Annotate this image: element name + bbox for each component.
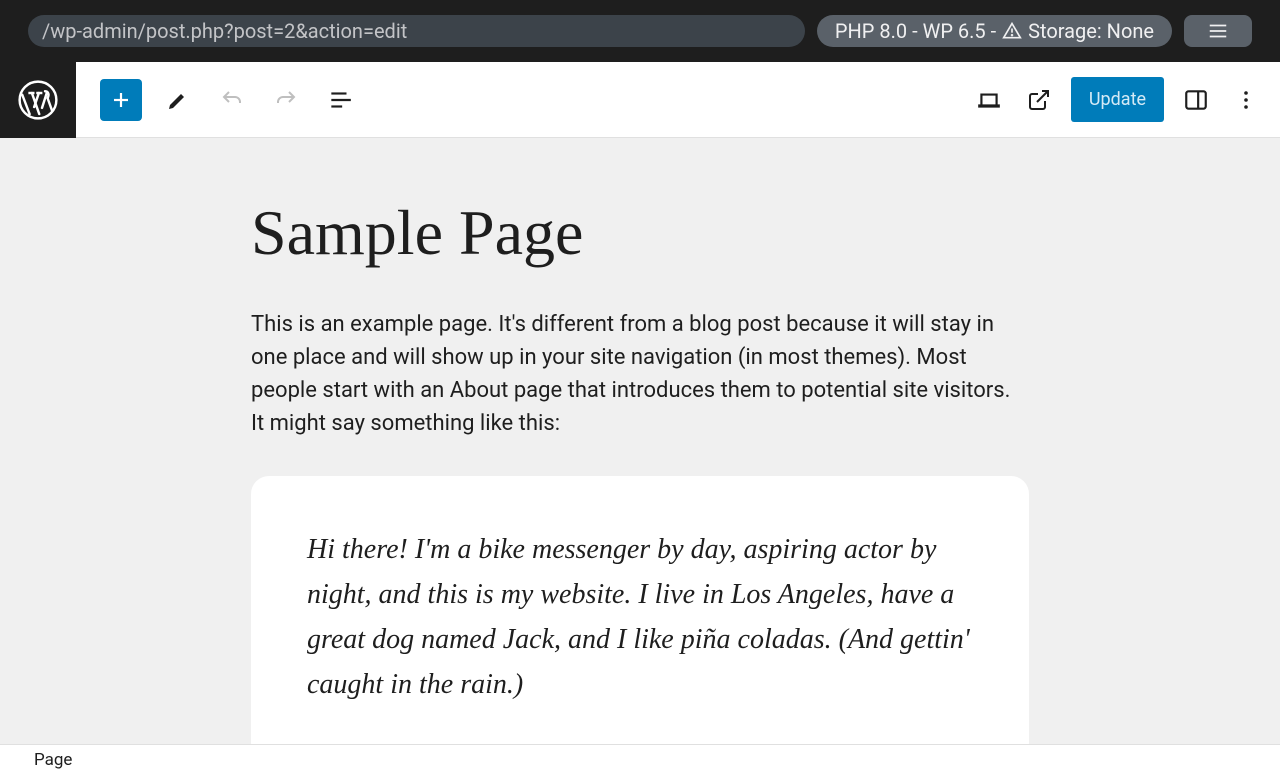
plus-icon — [109, 88, 133, 112]
update-button[interactable]: Update — [1071, 77, 1164, 122]
toolbar-right-group: Update — [971, 77, 1264, 122]
warning-icon — [1002, 21, 1022, 41]
document-overview-button[interactable] — [322, 82, 358, 118]
url-bar[interactable]: /wp-admin/post.php?post=2&action=edit — [28, 15, 805, 47]
view-button[interactable] — [971, 82, 1007, 118]
list-icon — [327, 87, 353, 113]
pencil-icon — [166, 88, 190, 112]
update-label: Update — [1089, 89, 1146, 110]
add-block-button[interactable] — [100, 79, 142, 121]
editor-area: Update Sample Page This is an example pa… — [0, 62, 1280, 744]
status-prefix: PHP 8.0 - WP 6.5 - — [835, 19, 996, 43]
edit-mode-button[interactable] — [160, 82, 196, 118]
editor-canvas[interactable]: Sample Page This is an example page. It'… — [0, 138, 1280, 744]
hamburger-icon — [1207, 20, 1229, 42]
view-page-button[interactable] — [1021, 82, 1057, 118]
status-suffix: Storage: None — [1028, 19, 1154, 43]
dots-vertical-icon — [1234, 88, 1258, 112]
wordpress-icon — [17, 79, 59, 121]
status-pill[interactable]: PHP 8.0 - WP 6.5 - Storage: None — [817, 15, 1172, 47]
external-link-icon — [1027, 88, 1051, 112]
quote-block[interactable]: Hi there! I'm a bike messenger by day, a… — [251, 476, 1029, 744]
sidebar-icon — [1183, 87, 1209, 113]
redo-button[interactable] — [268, 82, 304, 118]
editor-toolbar: Update — [76, 62, 1280, 138]
page-title[interactable]: Sample Page — [251, 198, 1029, 268]
breadcrumb-item[interactable]: Page — [34, 750, 72, 770]
undo-icon — [220, 88, 244, 112]
url-text: /wp-admin/post.php?post=2&action=edit — [42, 19, 407, 43]
page-content: Sample Page This is an example page. It'… — [251, 138, 1029, 744]
breadcrumb-bar: Page — [0, 744, 1280, 774]
undo-button[interactable] — [214, 82, 250, 118]
device-icon — [976, 87, 1002, 113]
settings-sidebar-button[interactable] — [1178, 82, 1214, 118]
hamburger-menu-button[interactable] — [1184, 15, 1252, 47]
intro-paragraph[interactable]: This is an example page. It's different … — [251, 308, 1029, 440]
redo-icon — [274, 88, 298, 112]
quote-text[interactable]: Hi there! I'm a bike messenger by day, a… — [307, 528, 973, 707]
wordpress-home-button[interactable] — [0, 62, 76, 138]
toolbar-left-group — [100, 79, 358, 121]
env-top-bar: /wp-admin/post.php?post=2&action=edit PH… — [0, 0, 1280, 62]
options-button[interactable] — [1228, 82, 1264, 118]
